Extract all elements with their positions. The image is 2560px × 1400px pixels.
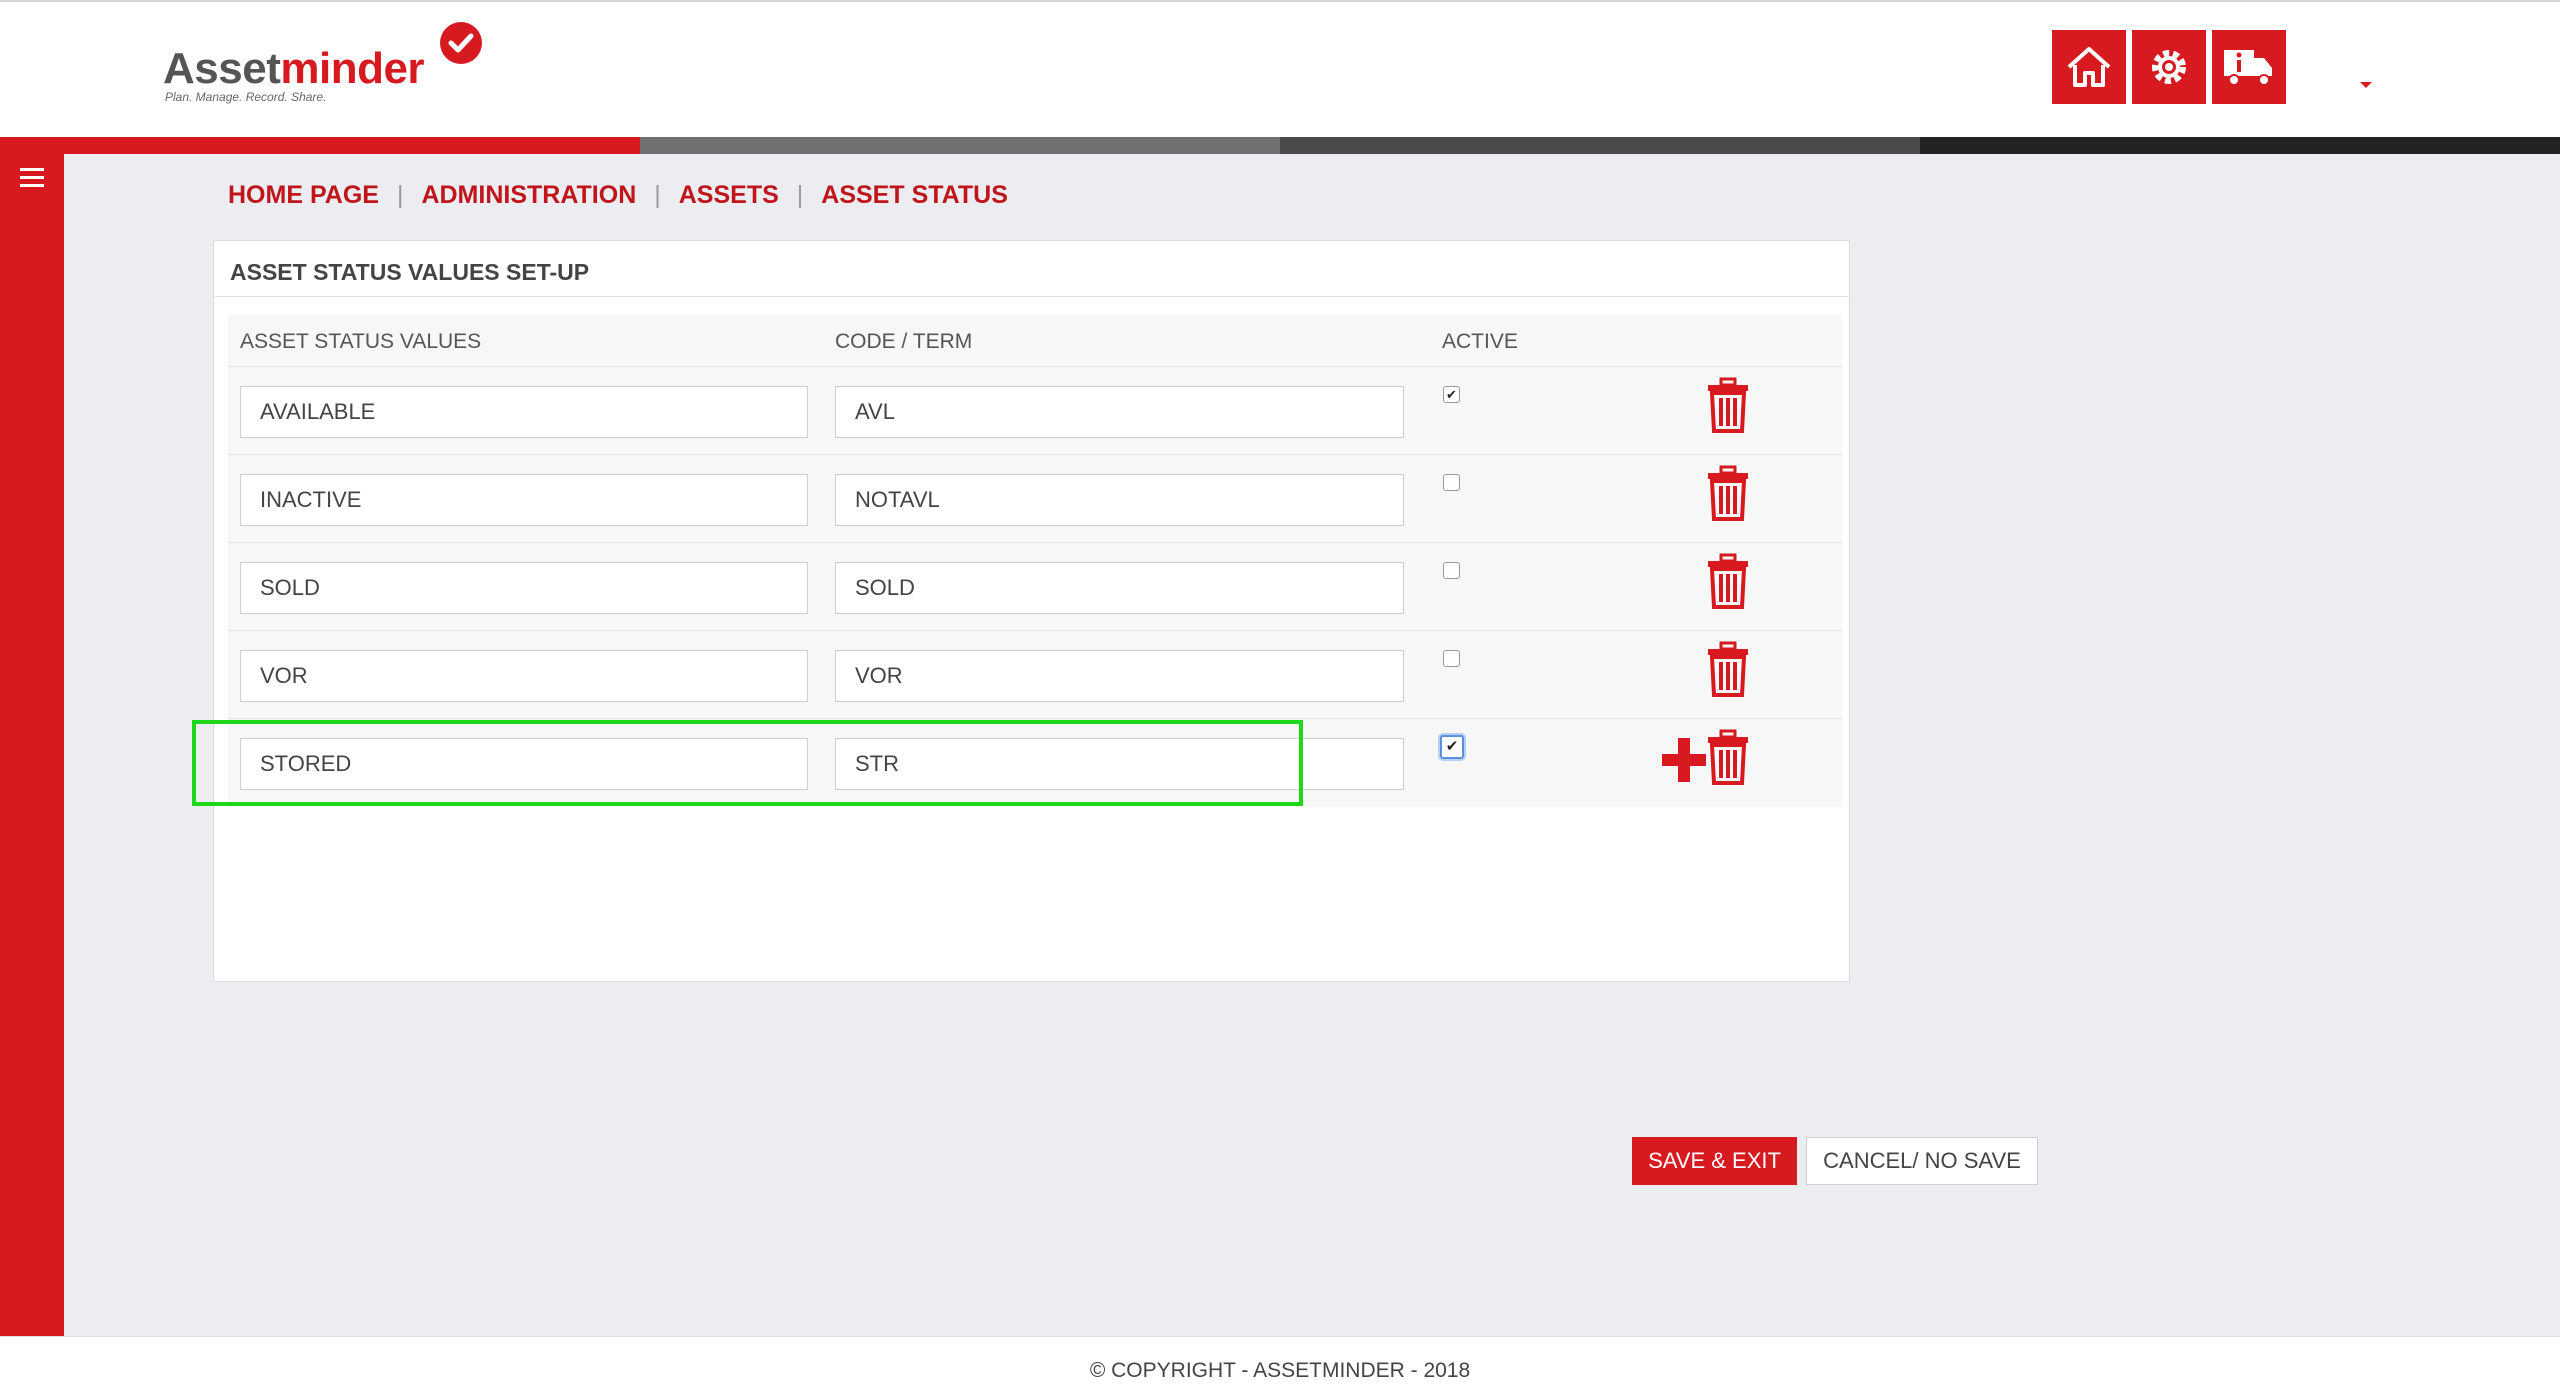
breadcrumb-assets[interactable]: ASSETS: [679, 181, 779, 210]
status-value-input[interactable]: AVAILABLE: [240, 386, 808, 438]
save-exit-button[interactable]: SAVE & EXIT: [1632, 1137, 1797, 1185]
asset-status-table: ASSET STATUS VALUES CODE / TERM ACTIVE A…: [228, 315, 1842, 807]
breadcrumb-separator: |: [396, 181, 404, 209]
color-strip: [0, 137, 2560, 154]
table-row: INACTIVE NOTAVL: [228, 455, 1842, 543]
logo[interactable]: Assetminder Plan. Manage. Record. Share.: [163, 22, 503, 112]
active-checkbox[interactable]: [1443, 562, 1460, 579]
table-row: SOLD SOLD: [228, 543, 1842, 631]
user-menu-caret-icon[interactable]: [2360, 82, 2372, 88]
breadcrumb-administration[interactable]: ADMINISTRATION: [421, 181, 636, 210]
column-header-code: CODE / TERM: [835, 330, 973, 353]
trash-icon[interactable]: [1706, 465, 1750, 521]
breadcrumb-separator: |: [796, 181, 804, 209]
status-code-input[interactable]: SOLD: [835, 562, 1404, 614]
cancel-no-save-button[interactable]: CANCEL/ NO SAVE: [1806, 1137, 2038, 1185]
truck-info-icon[interactable]: [2212, 30, 2286, 104]
header: Assetminder Plan. Manage. Record. Share.: [0, 0, 2560, 137]
add-row-icon[interactable]: [1662, 738, 1706, 782]
table-row: AVAILABLE AVL ✔: [228, 367, 1842, 455]
top-icon-bar: [2052, 30, 2286, 104]
active-checkbox[interactable]: ✔: [1443, 386, 1460, 403]
status-code-input[interactable]: NOTAVL: [835, 474, 1404, 526]
status-value-input[interactable]: VOR: [240, 650, 808, 702]
settings-icon[interactable]: [2132, 30, 2206, 104]
table-row: STORED STR ✔: [228, 719, 1842, 807]
asset-status-panel: ASSET STATUS VALUES SET-UP ASSET STATUS …: [213, 240, 2038, 1185]
active-checkbox[interactable]: [1443, 650, 1460, 667]
status-value-input[interactable]: SOLD: [240, 562, 808, 614]
strip-black: [1920, 137, 2560, 154]
trash-icon[interactable]: [1706, 553, 1750, 609]
column-header-active: ACTIVE: [1442, 330, 1518, 353]
breadcrumb: HOME PAGE | ADMINISTRATION | ASSETS | AS…: [228, 181, 1008, 210]
active-checkbox[interactable]: ✔: [1440, 735, 1464, 759]
status-value-input[interactable]: STORED: [240, 738, 808, 790]
breadcrumb-asset-status[interactable]: ASSET STATUS: [821, 181, 1008, 210]
logo-word-minder: minder: [280, 44, 425, 93]
footer: © COPYRIGHT - ASSETMINDER - 2018: [0, 1336, 2560, 1400]
status-value-input[interactable]: INACTIVE: [240, 474, 808, 526]
panel-title: ASSET STATUS VALUES SET-UP: [230, 259, 590, 285]
app: Assetminder Plan. Manage. Record. Share.: [0, 0, 2560, 1400]
strip-gray: [640, 137, 1280, 154]
trash-icon[interactable]: [1706, 729, 1750, 785]
divider: [214, 296, 1849, 297]
trash-icon[interactable]: [1706, 641, 1750, 697]
menu-icon[interactable]: [20, 168, 44, 188]
sidebar: [0, 154, 64, 1336]
status-code-input[interactable]: STR: [835, 738, 1404, 790]
strip-darkgray: [1280, 137, 1920, 154]
column-header-values: ASSET STATUS VALUES: [240, 330, 482, 353]
status-code-input[interactable]: AVL: [835, 386, 1404, 438]
logo-tagline: Plan. Manage. Record. Share.: [165, 90, 327, 104]
logo-word-asset: Asset: [163, 44, 281, 93]
strip-red: [0, 137, 640, 154]
home-icon[interactable]: [2052, 30, 2126, 104]
trash-icon[interactable]: [1706, 377, 1750, 433]
status-code-input[interactable]: VOR: [835, 650, 1404, 702]
copyright-text: © COPYRIGHT - ASSETMINDER - 2018: [1089, 1359, 1471, 1382]
table-row: VOR VOR: [228, 631, 1842, 719]
logo-wordmark: Assetminder: [163, 44, 425, 94]
logo-check-icon: [440, 22, 482, 64]
breadcrumb-separator: |: [654, 181, 661, 209]
active-checkbox[interactable]: [1443, 474, 1460, 491]
breadcrumb-home[interactable]: HOME PAGE: [228, 181, 379, 210]
table-header: ASSET STATUS VALUES CODE / TERM ACTIVE: [228, 315, 1842, 367]
